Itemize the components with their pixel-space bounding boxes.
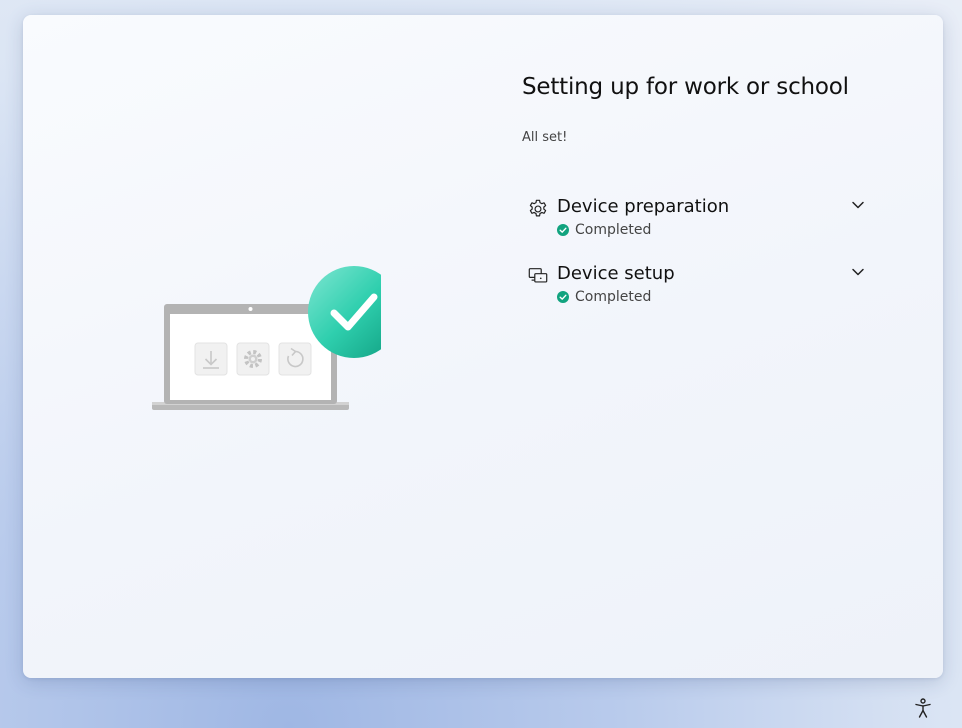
laptop-success-illustration [152, 266, 381, 410]
section-device-setup[interactable]: Device setup Completed [522, 261, 882, 313]
chevron-down-icon[interactable] [850, 197, 866, 213]
settings-tile-icon [236, 342, 270, 376]
check-circle-icon [557, 224, 569, 236]
devices-icon [528, 268, 548, 283]
section-status: Completed [557, 288, 651, 306]
status-message: All set! [522, 130, 568, 145]
page-title: Setting up for work or school [522, 74, 849, 100]
section-title: Device setup [557, 263, 675, 284]
section-status: Completed [557, 221, 651, 239]
section-title: Device preparation [557, 196, 730, 217]
setup-status-pane: Setting up for work or school All set! D… [522, 71, 902, 305]
download-icon [194, 342, 228, 376]
check-circle-icon [557, 291, 569, 303]
gear-icon [529, 199, 547, 217]
chevron-down-icon[interactable] [850, 264, 866, 280]
setup-window: Setting up for work or school All set! D… [23, 15, 943, 678]
restart-icon [278, 342, 312, 376]
accessibility-icon[interactable] [911, 696, 935, 720]
status-text: Completed [575, 222, 652, 238]
section-device-preparation[interactable]: Device preparation Completed [522, 194, 882, 246]
status-text: Completed [575, 289, 652, 305]
